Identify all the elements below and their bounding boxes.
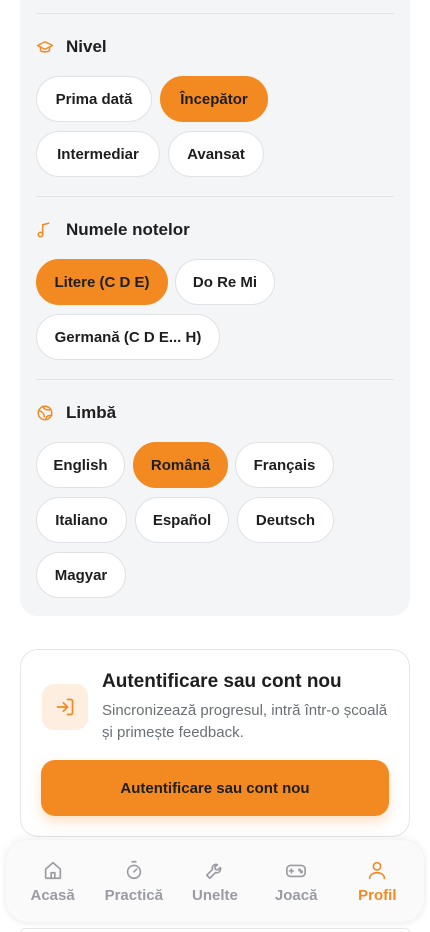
- tab-profile-label: Profil: [358, 886, 397, 904]
- tab-practice[interactable]: Practică: [94, 859, 174, 904]
- language-option-romana[interactable]: Română: [133, 442, 228, 488]
- sign-in-icon: [56, 698, 74, 716]
- language-section-title: Limbă: [36, 403, 116, 423]
- auth-title: Autentificare sau cont nou: [102, 671, 342, 692]
- bottom-tab-bar: Acasă Practică Unelte Joacă Profil: [6, 840, 424, 922]
- tab-home-label: Acasă: [30, 886, 75, 904]
- wrench-icon: [205, 863, 222, 879]
- language-title: Limbă: [66, 403, 117, 422]
- divider: [36, 196, 394, 197]
- auth-icon-box: [42, 684, 88, 730]
- tab-home[interactable]: Acasă: [13, 859, 93, 904]
- tab-profile[interactable]: Profil: [337, 859, 417, 904]
- level-option-incepator[interactable]: Începător: [160, 76, 268, 122]
- note-names-option-solfege[interactable]: Do Re Mi: [175, 259, 275, 305]
- stopwatch-icon: [126, 860, 142, 879]
- language-option-italiano[interactable]: Italiano: [36, 497, 127, 543]
- music-note-icon: [37, 222, 50, 238]
- level-option-avansat[interactable]: Avansat: [168, 131, 264, 177]
- note-names-section-title: Numele notelor: [36, 220, 190, 240]
- language-option-english[interactable]: English: [36, 442, 125, 488]
- gamepad-icon: [286, 864, 307, 877]
- language-option-francais[interactable]: Français: [235, 442, 334, 488]
- level-option-intermediar[interactable]: Intermediar: [36, 131, 160, 177]
- divider: [36, 13, 394, 14]
- language-option-deutsch[interactable]: Deutsch: [237, 497, 334, 543]
- graduation-cap-icon: [36, 41, 54, 53]
- level-title: Nivel: [66, 37, 107, 56]
- note-names-option-german[interactable]: Germană (C D E... H): [36, 314, 220, 360]
- home-icon: [44, 861, 61, 879]
- auth-button[interactable]: Autentificare sau cont nou: [41, 760, 389, 816]
- language-option-magyar[interactable]: Magyar: [36, 552, 126, 598]
- note-names-option-letters[interactable]: Litere (C D E): [36, 259, 168, 305]
- user-icon: [369, 861, 386, 879]
- level-section-title: Nivel: [36, 37, 107, 57]
- next-card-edge: [20, 928, 410, 932]
- note-names-title: Numele notelor: [66, 220, 190, 239]
- tab-practice-label: Practică: [104, 886, 163, 904]
- tab-tools[interactable]: Unelte: [175, 859, 255, 904]
- auth-card: Autentificare sau cont nou Sincronizează…: [20, 649, 410, 837]
- divider: [36, 379, 394, 380]
- tab-play[interactable]: Joacă: [256, 859, 336, 904]
- language-option-espanol[interactable]: Español: [135, 497, 229, 543]
- level-option-prima-data[interactable]: Prima dată: [36, 76, 152, 122]
- globe-icon: [37, 405, 53, 421]
- tab-play-label: Joacă: [274, 886, 318, 904]
- tab-tools-label: Unelte: [192, 886, 238, 904]
- auth-subtitle: Sincronizează progresul, intră într-o șc…: [102, 702, 388, 741]
